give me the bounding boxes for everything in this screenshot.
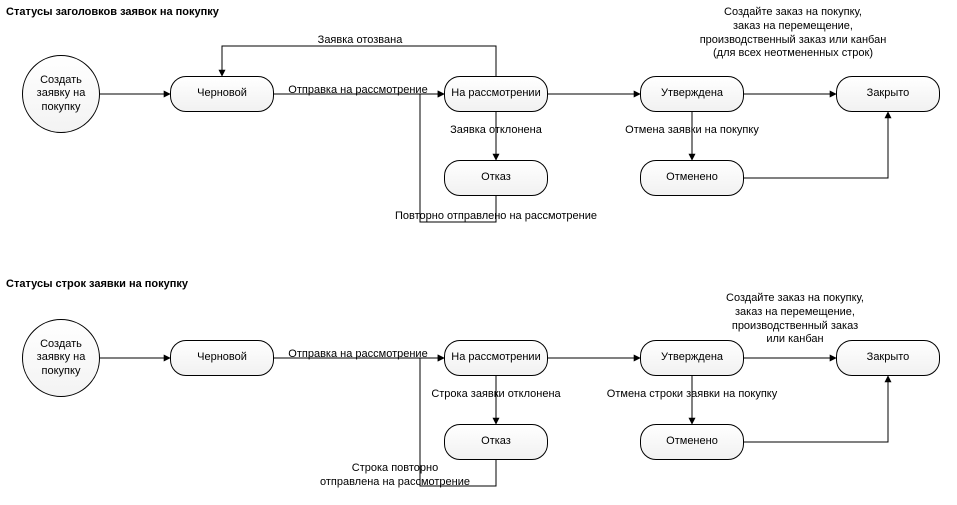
edge-header-submit: Отправка на рассмотрение [278, 84, 438, 98]
node-header-closed: Закрыто [836, 76, 940, 112]
node-header-review: На рассмотрении [444, 76, 548, 112]
edge-lines-cancel: Отмена строки заявки на покупку [596, 388, 788, 402]
edge-header-reject: Заявка отклонена [440, 124, 552, 138]
node-header-draft: Черновой [170, 76, 274, 112]
start-lines: Создать заявку на покупку [22, 319, 100, 397]
edge-header-resubmit: Повторно отправлено на рассмотрение [380, 210, 612, 224]
section-title-header: Статусы заголовков заявок на покупку [6, 6, 219, 18]
edge-header-cancel: Отмена заявки на покупку [610, 124, 774, 138]
node-header-approved: Утверждена [640, 76, 744, 112]
diagram-canvas: Статусы заголовков заявок на покупку Соз… [0, 0, 957, 505]
edge-header-close: Создайте заказ на покупку, заказ на пере… [688, 6, 898, 61]
node-lines-cancelled: Отменено [640, 424, 744, 460]
node-lines-review: На рассмотрении [444, 340, 548, 376]
node-header-rejected: Отказ [444, 160, 548, 196]
edge-lines-close: Создайте заказ на покупку, заказ на пере… [700, 292, 890, 347]
edge-header-recall: Заявка отозвана [300, 34, 420, 48]
edge-lines-reject: Строка заявки отклонена [428, 388, 564, 402]
node-lines-draft: Черновой [170, 340, 274, 376]
node-lines-rejected: Отказ [444, 424, 548, 460]
start-header: Создать заявку на покупку [22, 55, 100, 133]
node-header-cancelled: Отменено [640, 160, 744, 196]
edge-lines-resubmit: Строка повторно отправлена на рассмотрен… [300, 462, 490, 490]
edge-lines-submit: Отправка на рассмотрение [278, 348, 438, 362]
section-title-lines: Статусы строк заявки на покупку [6, 278, 188, 290]
